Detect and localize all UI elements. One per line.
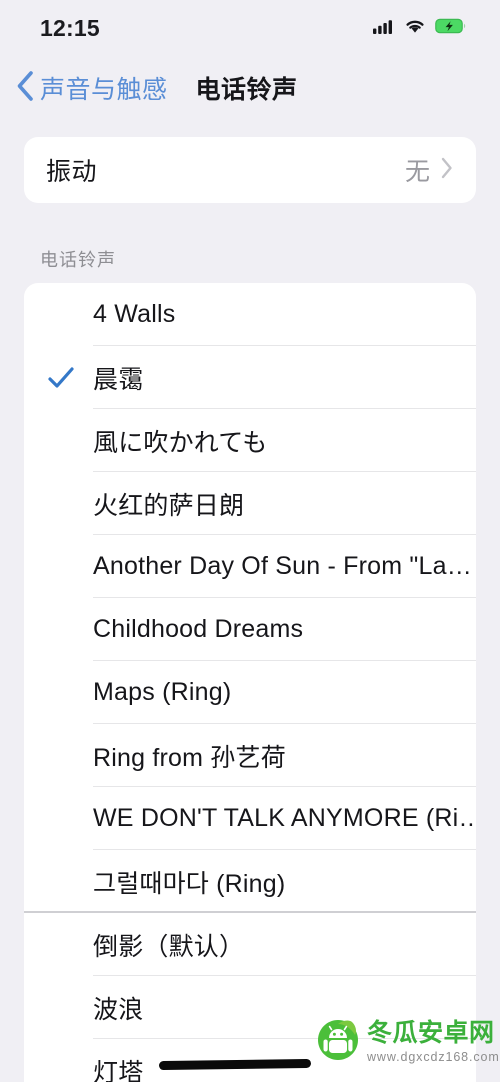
ringtone-row[interactable]: Ring from 孙艺荷	[24, 724, 476, 787]
ringtone-label: Ring from 孙艺荷	[93, 743, 286, 772]
vibration-value-group: 无	[405, 152, 454, 188]
chevron-right-icon	[440, 156, 454, 185]
ringtone-label: 그럴때마다 (Ring)	[93, 869, 286, 898]
ringtone-label: 灯塔	[93, 1058, 144, 1082]
ringtone-list: 4 Walls 晨霭風に吹かれても 火红的萨日朗 Another Day Of Sun…	[24, 283, 476, 1082]
watermark-title: 冬瓜安卓网	[367, 1019, 495, 1048]
watermark-text: 冬瓜安卓网 www.dgxcdz168.com	[367, 1021, 500, 1064]
ringtone-label: 火红的萨日朗	[93, 491, 245, 520]
ringtone-label: 波浪	[93, 995, 144, 1024]
ringtone-label: 晨霭	[93, 365, 144, 394]
ringtone-label: Another Day Of Sun - From "La…	[93, 552, 472, 580]
ringtone-row[interactable]: Maps (Ring)	[24, 661, 476, 724]
section-header-ringtone: 电话铃声	[40, 250, 116, 270]
watermark-url: www.dgxcdz168.com	[367, 1050, 500, 1065]
chevron-left-icon	[14, 69, 36, 108]
status-bar-time: 12:15	[40, 14, 100, 41]
android-mascot-logo	[316, 1018, 360, 1067]
ringtone-row[interactable]: Another Day Of Sun - From "La…	[24, 535, 476, 598]
site-watermark: 冬瓜安卓网 www.dgxcdz168.com	[316, 1018, 500, 1067]
vibration-value: 无	[404, 158, 430, 186]
status-bar: 12:15	[0, 0, 500, 56]
vibration-label: 振动	[46, 158, 98, 186]
cellular-signal-icon	[373, 18, 395, 39]
back-button-label: 声音与触感	[40, 76, 168, 104]
battery-charging-icon	[435, 18, 466, 39]
ringtone-row[interactable]: 그럴때마다 (Ring)	[24, 850, 476, 913]
ringtone-label: 倒影（默认）	[93, 932, 245, 961]
ringtone-label: Maps (Ring)	[93, 678, 232, 706]
back-button[interactable]: 声音与触感	[14, 68, 168, 108]
status-bar-indicators	[373, 18, 466, 39]
checkmark-icon	[24, 363, 93, 393]
ringtone-row[interactable]: WE DON'T TALK ANYMORE (Ri…	[24, 787, 476, 850]
ringtone-row[interactable]: Childhood Dreams	[24, 598, 476, 661]
wifi-icon	[404, 18, 426, 39]
ringtone-row[interactable]: 4 Walls	[24, 283, 476, 346]
ringtone-label: 4 Walls	[93, 300, 176, 328]
navigation-bar: 声音与触感 电话铃声	[0, 60, 500, 116]
phone-screen: 12:15 声音与触感 电话铃声 振动 无 电话铃声 4 Walls 晨霭 風に…	[0, 0, 500, 1082]
ringtone-label: WE DON'T TALK ANYMORE (Ri…	[93, 804, 476, 832]
ringtone-label: 風に吹かれても	[93, 428, 268, 457]
vibration-row[interactable]: 振动 无	[24, 137, 476, 203]
ringtone-row[interactable]: 風に吹かれても	[24, 409, 476, 472]
ringtone-row[interactable]: 火红的萨日朗	[24, 472, 476, 535]
ringtone-row[interactable]: 倒影（默认）	[24, 913, 476, 976]
ringtone-label: Childhood Dreams	[93, 615, 304, 643]
page-title: 电话铃声	[195, 76, 298, 104]
ringtone-row[interactable]: 晨霭	[24, 346, 476, 409]
